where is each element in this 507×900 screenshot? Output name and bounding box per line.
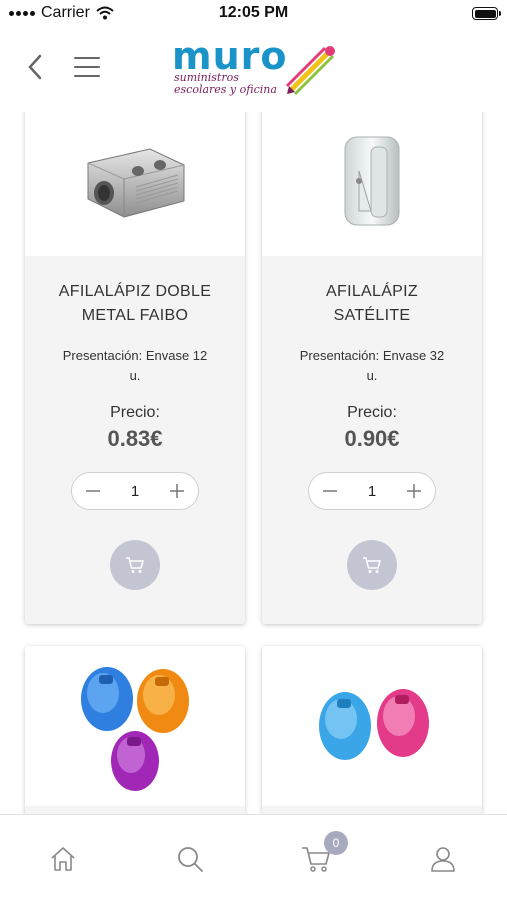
status-bar: Carrier 12:05 PM [0,0,507,28]
product-name[interactable]: AFILALÁPIZ SATÉLITE [274,280,470,328]
back-button[interactable] [20,50,50,84]
plus-icon [170,484,184,498]
cart-icon [126,557,144,573]
quantity-value[interactable]: 1 [368,483,376,500]
minus-icon [323,490,337,492]
logo-subtitle-line2: escolares y oficina [174,83,277,96]
pencil-icon [285,46,335,96]
product-card[interactable]: AFILALÁPIZ DOBLE METAL FAIBO Presentació… [25,112,245,624]
product-name-line2: METAL FAIBO [81,307,189,324]
product-card[interactable] [262,646,482,814]
search-icon [178,847,203,872]
decrement-button[interactable] [319,480,341,502]
hamburger-icon-bar [74,75,100,77]
product-name[interactable]: AFILALÁPIZ DOBLE METAL FAIBO [37,280,233,328]
add-to-cart-button[interactable] [110,540,160,590]
battery-icon [472,7,501,20]
brand-logo: muro suministros escolares y oficina [170,34,340,106]
product-card[interactable]: AFILALÁPIZ SATÉLITE Presentación: Envase… [262,112,482,624]
menu-button[interactable] [70,52,104,82]
tab-search[interactable] [172,841,208,877]
presentation-line2: u. [129,368,141,383]
quantity-stepper: 1 [308,472,436,510]
chevron-left-icon [28,54,42,80]
presentation-line1: Presentación: Envase 32 [299,348,445,363]
product-presentation: Presentación: Envase 12 u. [37,346,233,386]
price-value: 0.83€ [107,426,163,451]
tab-profile[interactable] [425,841,461,877]
quantity-stepper: 1 [71,472,199,510]
plus-icon [407,484,421,498]
product-grid: AFILALÁPIZ DOBLE METAL FAIBO Presentació… [0,112,507,814]
price-value: 0.90€ [344,426,400,451]
product-presentation: Presentación: Envase 32 u. [274,346,470,386]
hamburger-icon-bar [74,57,100,59]
tab-cart[interactable]: 0 [298,831,348,877]
home-icon [51,847,75,871]
product-name-line1: AFILALÁPIZ [326,283,418,300]
product-image[interactable] [262,112,482,256]
hamburger-icon-bar [74,66,100,68]
price-label: Precio: [110,404,160,421]
logo-subtitle: suministros escolares y oficina [174,72,277,96]
decrement-button[interactable] [82,480,104,502]
increment-button[interactable] [166,480,188,502]
product-image[interactable] [262,646,482,806]
cart-icon [363,557,381,573]
quantity-value[interactable]: 1 [131,483,139,500]
satellite-sharpener-image [344,136,400,226]
presentation-line1: Presentación: Envase 12 [62,348,208,363]
user-icon [431,847,455,872]
product-image[interactable] [25,112,245,256]
colored-sharpeners-image [81,667,189,791]
price-label: Precio: [347,404,397,421]
minus-icon [86,490,100,492]
product-card[interactable] [25,646,245,814]
status-time: 12:05 PM [218,4,289,21]
product-name-line1: AFILALÁPIZ DOBLE [58,283,212,300]
tab-home[interactable] [45,841,81,877]
double-sharpener-image [87,148,185,218]
product-info: AFILALÁPIZ DOBLE METAL FAIBO Presentació… [25,280,245,590]
nav-bar: muro suministros escolares y oficina [0,28,507,112]
add-to-cart-button[interactable] [347,540,397,590]
tab-bar: 0 [0,814,507,900]
colored-sharpeners-image [319,689,429,760]
product-info: AFILALÁPIZ SATÉLITE Presentación: Envase… [262,280,482,590]
cart-count-badge: 0 [324,831,348,855]
increment-button[interactable] [403,480,425,502]
product-name-line2: SATÉLITE [333,307,411,324]
product-image[interactable] [25,646,245,806]
presentation-line2: u. [366,368,378,383]
